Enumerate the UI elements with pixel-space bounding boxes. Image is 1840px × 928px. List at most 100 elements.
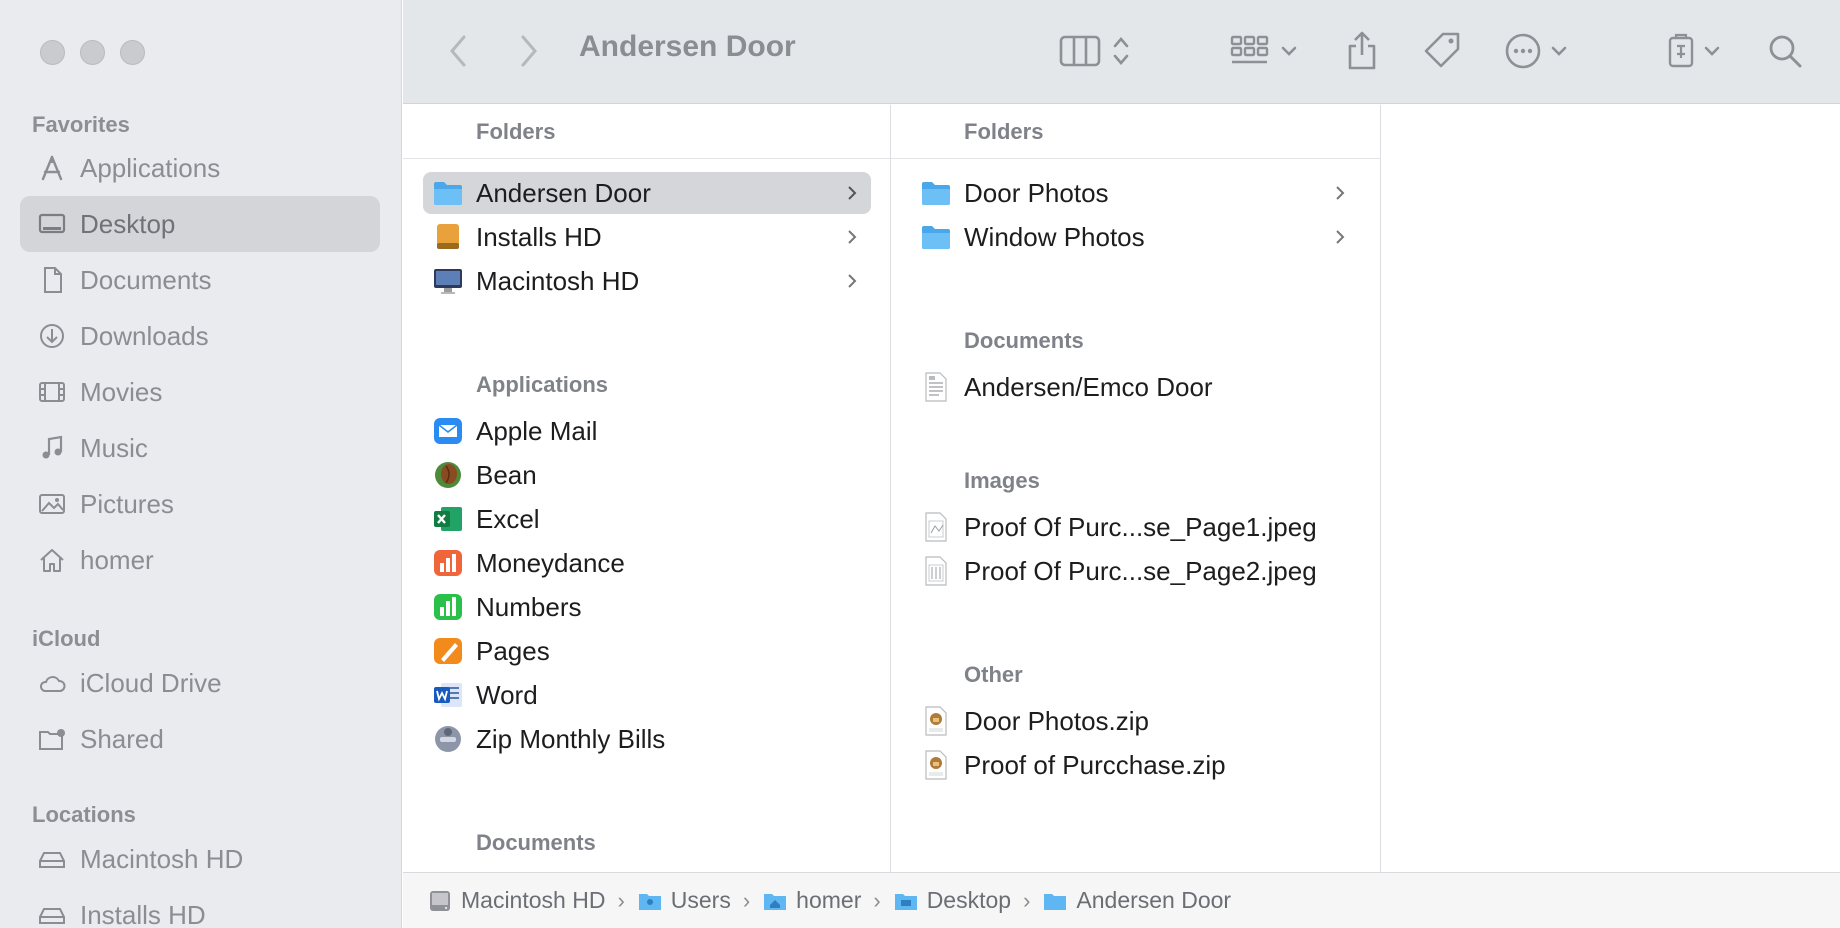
file-row-andersen-emco-door[interactable]: Andersen/Emco Door bbox=[911, 366, 1359, 408]
app-row-word[interactable]: Word bbox=[423, 674, 871, 716]
chevron-left-icon bbox=[450, 35, 466, 67]
sidebar-item-homer[interactable]: homer bbox=[20, 532, 380, 588]
word-app-icon bbox=[431, 678, 465, 712]
group-header-other: Other bbox=[964, 662, 1023, 687]
window-controls bbox=[40, 40, 145, 65]
up-down-chevron-icon bbox=[1113, 37, 1129, 65]
action-button[interactable] bbox=[1504, 28, 1570, 74]
sidebar-item-movies[interactable]: Movies bbox=[20, 364, 380, 420]
chevron-right-icon bbox=[1336, 230, 1345, 244]
numbers-app-icon bbox=[431, 590, 465, 624]
folder-row-installs-hd[interactable]: Installs HD bbox=[423, 216, 871, 258]
column-header-folders: Folders bbox=[891, 105, 1380, 159]
app-row-zip-monthly-bills[interactable]: Zip Monthly Bills bbox=[423, 718, 871, 760]
ellipsis-circle-icon bbox=[1505, 33, 1541, 69]
folder-icon bbox=[919, 176, 953, 210]
music-icon bbox=[36, 432, 68, 464]
sidebar-item-shared[interactable]: Shared bbox=[20, 711, 380, 767]
sidebar-section-locations: Locations bbox=[32, 802, 136, 827]
file-row-proof-page1[interactable]: Proof Of Purc...se_Page1.jpeg bbox=[911, 506, 1359, 548]
external-drive-icon bbox=[1668, 33, 1694, 68]
sidebar-item-applications[interactable]: Applications bbox=[20, 140, 380, 196]
desktop-icon bbox=[36, 208, 68, 240]
home-folder-icon bbox=[764, 893, 787, 910]
browser-column-3[interactable] bbox=[1381, 105, 1840, 872]
path-item-macintosh-hd[interactable]: Macintosh HD › bbox=[427, 887, 637, 914]
share-button[interactable] bbox=[1345, 28, 1379, 74]
folder-row-window-photos[interactable]: Window Photos bbox=[911, 216, 1359, 258]
chevron-right-icon bbox=[521, 35, 537, 67]
users-folder-icon bbox=[638, 893, 661, 910]
columns-view-icon bbox=[1059, 35, 1101, 67]
browser-column-1[interactable]: Folders Andersen Door Installs HD Macint… bbox=[403, 105, 891, 872]
sidebar-item-macintosh-hd[interactable]: Macintosh HD bbox=[20, 831, 380, 887]
chevron-down-icon bbox=[1281, 46, 1297, 56]
group-button[interactable] bbox=[1230, 28, 1300, 74]
zip-archive-icon bbox=[919, 704, 953, 738]
file-row-proof-page2[interactable]: Proof Of Purc...se_Page2.jpeg bbox=[911, 550, 1359, 592]
shared-folder-icon bbox=[36, 723, 68, 755]
sidebar-section-favorites: Favorites bbox=[32, 112, 130, 137]
app-row-numbers[interactable]: Numbers bbox=[423, 586, 871, 628]
group-header-documents: Documents bbox=[964, 328, 1084, 353]
zip-archive-icon bbox=[919, 748, 953, 782]
home-icon bbox=[36, 544, 68, 576]
search-icon bbox=[1769, 35, 1802, 68]
chevron-down-icon bbox=[1551, 46, 1567, 56]
sidebar-item-pictures[interactable]: Pictures bbox=[20, 476, 380, 532]
applications-icon bbox=[36, 152, 68, 184]
mail-app-icon bbox=[431, 414, 465, 448]
imac-icon bbox=[431, 264, 465, 298]
file-row-door-photos-zip[interactable]: Door Photos.zip bbox=[911, 700, 1359, 742]
folder-row-macintosh-hd[interactable]: Macintosh HD bbox=[423, 260, 871, 302]
automator-app-icon bbox=[431, 722, 465, 756]
minimize-button[interactable] bbox=[80, 40, 105, 65]
chevron-right-icon bbox=[1336, 186, 1345, 200]
back-button[interactable] bbox=[446, 28, 470, 74]
view-mode-button[interactable] bbox=[1059, 28, 1133, 74]
folder-icon bbox=[919, 220, 953, 254]
chevron-down-icon bbox=[1704, 46, 1720, 56]
app-row-apple-mail[interactable]: Apple Mail bbox=[423, 410, 871, 452]
app-row-moneydance[interactable]: Moneydance bbox=[423, 542, 871, 584]
folder-row-door-photos[interactable]: Door Photos bbox=[911, 172, 1359, 214]
jpeg-image-icon bbox=[919, 554, 953, 588]
zoom-button[interactable] bbox=[120, 40, 145, 65]
sidebar-item-music[interactable]: Music bbox=[20, 420, 380, 476]
sidebar-item-installs-hd[interactable]: Installs HD bbox=[20, 887, 380, 928]
chevron-right-icon: › bbox=[742, 887, 751, 913]
app-row-excel[interactable]: Excel bbox=[423, 498, 871, 540]
file-row-proof-of-purcchase-zip[interactable]: Proof of Purcchase.zip bbox=[911, 744, 1359, 786]
text-document-icon bbox=[919, 370, 953, 404]
sidebar-item-documents[interactable]: Documents bbox=[20, 252, 380, 308]
column-header-folders: Folders bbox=[403, 105, 890, 159]
grid-group-icon bbox=[1230, 35, 1269, 64]
chevron-right-icon bbox=[848, 186, 857, 200]
folder-row-andersen-door[interactable]: Andersen Door bbox=[423, 172, 871, 214]
sidebar-section-icloud: iCloud bbox=[32, 626, 101, 651]
cloud-icon bbox=[36, 667, 68, 699]
browser-column-2[interactable]: Folders Door Photos Window Photos Docume… bbox=[891, 105, 1381, 872]
finder-window: Favorites Applications Desktop Documents… bbox=[0, 0, 1840, 928]
app-row-bean[interactable]: Bean bbox=[423, 454, 871, 496]
folder-icon bbox=[1044, 893, 1067, 910]
pictures-icon bbox=[36, 488, 68, 520]
close-button[interactable] bbox=[40, 40, 65, 65]
chevron-right-icon: › bbox=[873, 887, 881, 913]
device-button[interactable] bbox=[1665, 28, 1723, 74]
disk-icon bbox=[36, 843, 68, 875]
sidebar-item-icloud-drive[interactable]: iCloud Drive bbox=[20, 655, 380, 711]
moneydance-app-icon bbox=[431, 546, 465, 580]
jpeg-image-icon bbox=[919, 510, 953, 544]
path-item-users[interactable]: Users › bbox=[637, 887, 762, 914]
group-header-images: Images bbox=[964, 468, 1040, 493]
sidebar-item-downloads[interactable]: Downloads bbox=[20, 308, 380, 364]
search-button[interactable] bbox=[1767, 28, 1803, 74]
sidebar-item-desktop[interactable]: Desktop bbox=[20, 196, 380, 252]
path-item-homer[interactable]: homer › bbox=[762, 887, 893, 914]
forward-button[interactable] bbox=[517, 28, 541, 74]
path-item-andersen-door[interactable]: Andersen Door bbox=[1042, 887, 1231, 914]
tag-button[interactable] bbox=[1421, 28, 1463, 74]
path-item-desktop[interactable]: Desktop › bbox=[893, 887, 1043, 914]
app-row-pages[interactable]: Pages bbox=[423, 630, 871, 672]
